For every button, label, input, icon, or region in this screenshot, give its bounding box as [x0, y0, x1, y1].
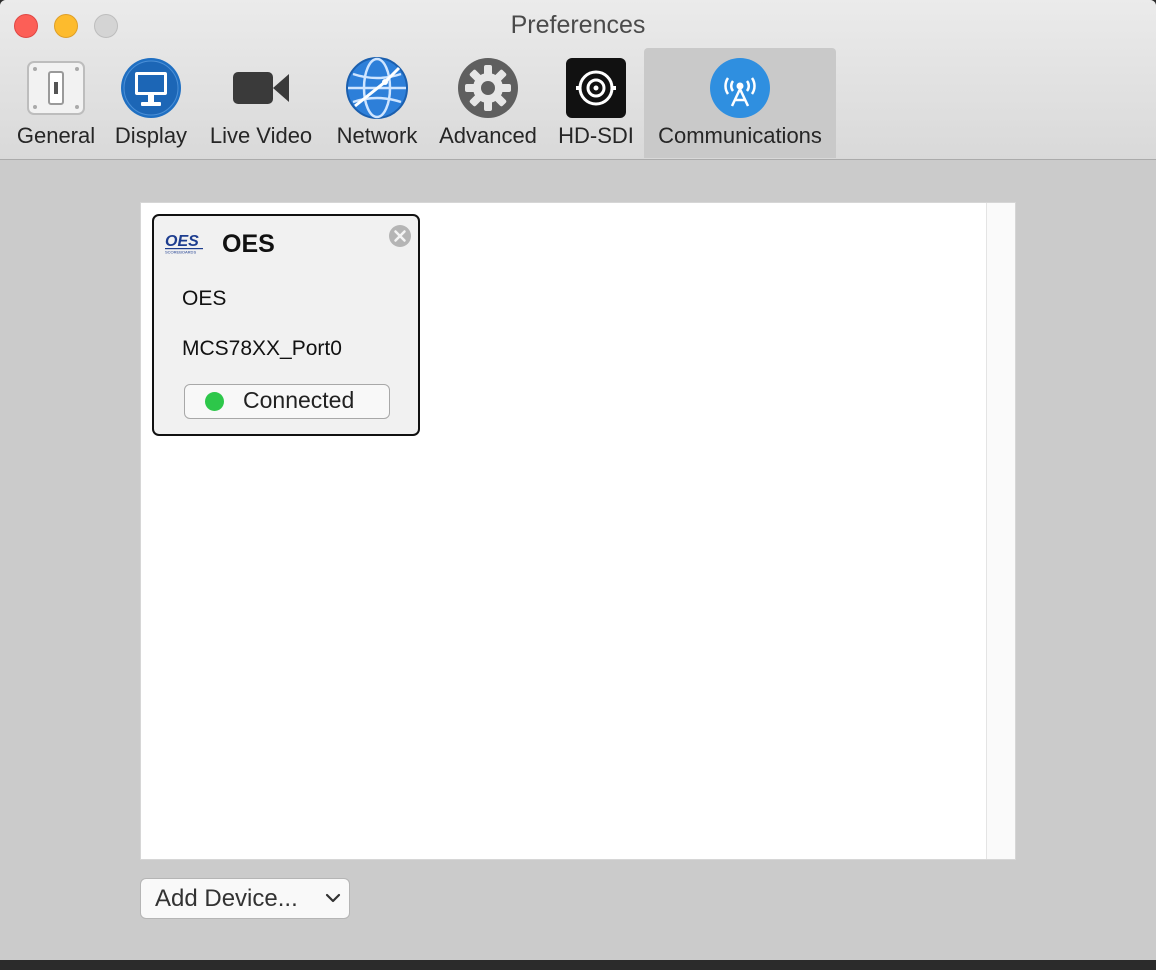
tab-display-label: Display: [114, 123, 188, 148]
tab-live-video-label: Live Video: [209, 123, 313, 148]
tab-advanced[interactable]: Advanced: [432, 48, 544, 158]
tab-hd-sdi-label: HD-SDI: [558, 123, 634, 148]
tab-hd-sdi[interactable]: HD-SDI: [552, 48, 640, 158]
connection-status-button[interactable]: Connected: [184, 384, 390, 419]
svg-text:OES: OES: [165, 233, 199, 250]
window-title: Preferences: [510, 11, 646, 39]
tab-communications[interactable]: Communications: [644, 48, 836, 158]
svg-text:SCOREBOARDS: SCOREBOARDS: [165, 250, 196, 255]
gear-icon: [458, 58, 518, 118]
tab-communications-label: Communications: [658, 123, 822, 148]
connection-status-label: Connected: [243, 387, 355, 413]
globe-icon: [346, 57, 408, 119]
tab-general[interactable]: General: [10, 48, 102, 158]
tab-advanced-label: Advanced: [439, 123, 537, 148]
add-device-label: Add Device...: [155, 885, 298, 912]
video-camera-icon: [233, 72, 289, 104]
bnc-connector-icon: [566, 58, 626, 118]
general-switch-icon: [27, 61, 85, 115]
tab-display[interactable]: Display: [108, 48, 194, 158]
remove-device-icon[interactable]: [388, 224, 412, 248]
tab-network-label: Network: [336, 123, 418, 148]
status-indicator-icon: [205, 392, 224, 411]
tab-network[interactable]: Network: [328, 48, 426, 158]
scroll-area-edge: [986, 203, 1015, 859]
device-port: MCS78XX_Port0: [182, 337, 342, 360]
tab-general-label: General: [16, 123, 96, 148]
oes-logo-icon: OES SCOREBOARDS: [165, 233, 203, 255]
device-list-panel: OES SCOREBOARDS OES OES MCS78XX_Port0 Co…: [140, 202, 1016, 860]
add-device-button[interactable]: Add Device...: [140, 878, 350, 919]
device-title: OES: [222, 230, 275, 258]
display-icon: [121, 58, 181, 118]
antenna-icon: [710, 58, 770, 118]
toolbar: Preferences General Display Live Video N…: [0, 0, 1156, 160]
device-manufacturer: OES: [182, 287, 227, 310]
tab-live-video[interactable]: Live Video: [202, 48, 320, 158]
device-card[interactable]: OES SCOREBOARDS OES OES MCS78XX_Port0 Co…: [152, 214, 420, 436]
preferences-window: Preferences General Display Live Video N…: [0, 0, 1156, 960]
chevron-down-icon: [325, 893, 341, 903]
